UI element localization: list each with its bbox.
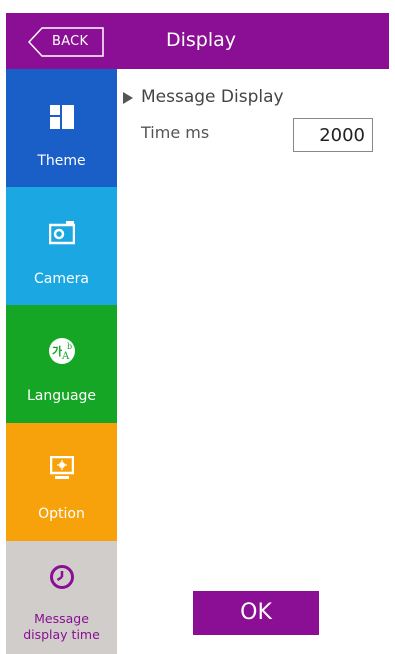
language-icon: 가 A b bbox=[48, 338, 75, 364]
sidebar-item-label-line2: display time bbox=[23, 627, 100, 642]
sidebar-item-theme[interactable]: Theme bbox=[6, 69, 117, 187]
app-frame: BACK Display Theme Camera 가 A b Language… bbox=[6, 13, 389, 654]
sidebar: Theme Camera 가 A b Language Option Messa… bbox=[6, 69, 117, 654]
sidebar-item-label: Message display time bbox=[6, 611, 117, 643]
sidebar-item-label: Theme bbox=[37, 153, 86, 169]
sidebar-item-option[interactable]: Option bbox=[6, 423, 117, 541]
sidebar-item-label: Language bbox=[26, 388, 97, 404]
expand-arrow-icon[interactable] bbox=[123, 92, 133, 104]
clock-icon bbox=[49, 565, 74, 589]
sidebar-item-language[interactable]: 가 A b Language bbox=[6, 305, 117, 423]
back-button[interactable]: BACK bbox=[28, 27, 104, 57]
time-ms-label: Time ms bbox=[141, 123, 210, 142]
main-content: Message Display Time ms OK bbox=[117, 69, 389, 654]
back-button-label: BACK bbox=[52, 34, 89, 49]
sidebar-item-message-display-time[interactable]: Message display time bbox=[6, 541, 117, 654]
sidebar-item-camera[interactable]: Camera bbox=[6, 187, 117, 305]
svg-text:A: A bbox=[61, 351, 70, 362]
header-bar: BACK Display bbox=[6, 13, 389, 69]
svg-text:b: b bbox=[67, 342, 72, 351]
time-ms-input[interactable] bbox=[293, 118, 373, 152]
sidebar-item-label-line1: Message bbox=[34, 611, 89, 626]
option-icon bbox=[49, 456, 74, 479]
theme-icon bbox=[49, 105, 74, 129]
camera-icon bbox=[48, 221, 75, 245]
svg-text:가: 가 bbox=[52, 344, 62, 358]
ok-button[interactable]: OK bbox=[193, 591, 319, 635]
page-title: Display bbox=[166, 29, 237, 51]
section-title: Message Display bbox=[141, 87, 284, 107]
sidebar-item-label: Camera bbox=[34, 271, 89, 287]
sidebar-item-label: Option bbox=[38, 506, 85, 522]
